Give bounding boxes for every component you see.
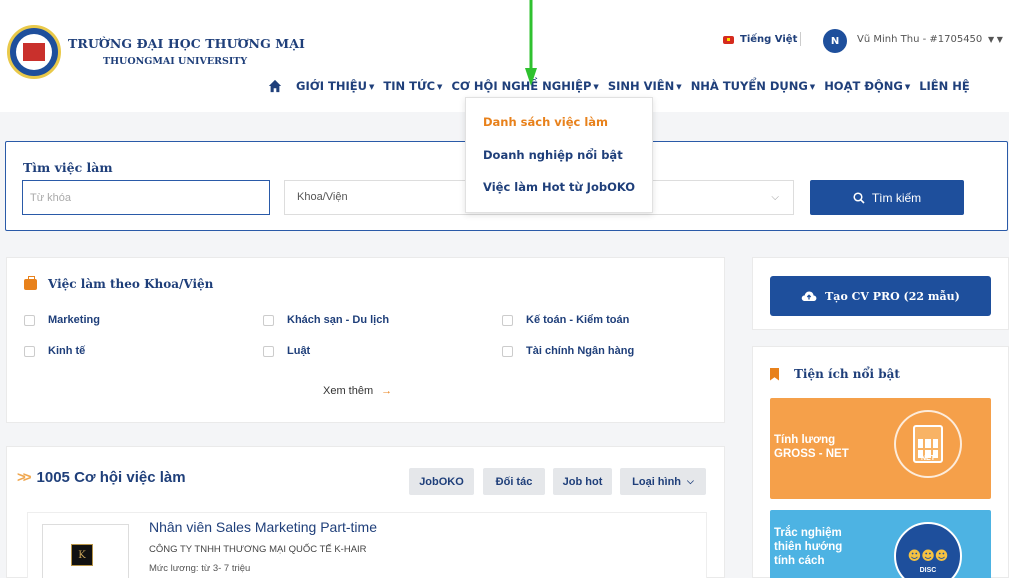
job-list-item[interactable]: K Nhân viên Sales Marketing Part-time CÔ… [27,512,707,578]
salary-tile-label: Tính lương GROSS - NET [774,434,849,460]
faculty-select-value: Khoa/Viện [297,191,348,203]
search-button[interactable]: Tìm kiếm [810,180,964,215]
university-name[interactable]: TRƯỜNG ĐẠI HỌC THƯƠNG MẠI [68,36,305,51]
main-nav: GIỚI THIỆU ▼ TIN TỨC ▼ CƠ HỘI NGHỀ NGHIỆP ▼… [268,79,979,93]
checkbox[interactable] [24,345,35,357]
salary-calculator-tile[interactable]: Tính lương GROSS - NET NET [770,398,991,499]
create-cv-button[interactable]: Tạo CV PRO (22 mẫu) [770,276,991,316]
people-group-icon: ☻☻☻ DISC [894,522,962,578]
featured-utilities-card: Tiện ích nổi bật Tính lương GROSS - NET … [752,346,1009,578]
checkbox[interactable] [263,314,274,326]
filter-job-hot[interactable]: Job hot [553,468,612,495]
see-more-link[interactable]: Xem thêm → [323,385,392,397]
personality-tile-caption: DISC [919,567,937,574]
faculty-item-marketing[interactable]: Marketing [24,314,100,326]
faculty-card-title: Việc làm theo Khoa/Viện [24,275,214,291]
university-subtitle: THUONGMAI UNIVERSITY [103,56,248,67]
jobs-by-faculty-card: Việc làm theo Khoa/Viện Marketing Khách … [6,257,725,423]
utilities-title: Tiện ích nổi bật [770,367,900,381]
dropdown-item-featured-companies[interactable]: Doanh nghiệp nổi bật [483,148,623,162]
nav-item-lien-he[interactable]: LIÊN HỆ [919,79,970,93]
filter-loai-hinh[interactable]: Loại hình ⌵ [620,468,706,495]
header-divider [800,32,801,46]
arrow-right-icon: → [381,385,393,397]
chevron-down-icon: ⌵ [771,192,779,203]
create-cv-label: Tạo CV PRO (22 mẫu) [825,289,960,303]
faculty-item-kinh-te[interactable]: Kinh tế [24,345,85,357]
annotation-arrow-icon [525,0,537,86]
chevron-down-icon: ▼ [593,82,599,91]
job-salary: Mức lương: từ 3- 7 triệu [149,563,251,574]
vietnam-flag-icon [723,35,734,44]
search-title: Tìm việc làm [23,160,113,175]
company-logo-mark: K [71,544,93,566]
faculty-card-title-text: Việc làm theo Khoa/Viện [48,277,214,291]
job-opportunities-card: >> 1005 Cơ hội việc làm JobOKO Đối tác Jo… [6,446,725,578]
search-button-label: Tìm kiếm [871,190,922,205]
chevron-down-icon: ▼ [809,82,816,91]
chevron-down-icon: ▼ ▼ [985,35,1003,44]
chevron-down-icon: ▼ [676,82,682,91]
faculty-item-tai-chinh-ngan-hang[interactable]: Tài chính Ngân hàng [502,345,634,357]
site-header: TRƯỜNG ĐẠI HỌC THƯƠNG MẠI THUONGMAI UNIV… [0,0,1009,112]
search-icon [853,191,865,204]
language-label: Tiếng Việt [740,34,798,45]
logo-emblem [16,34,52,70]
filter-joboko[interactable]: JobOKO [409,468,474,495]
keyword-input[interactable] [22,180,270,215]
nav-item-gioi-thieu[interactable]: GIỚI THIỆU ▼ [296,79,374,93]
company-logo[interactable]: K [42,524,129,578]
career-dropdown-menu: Danh sách việc làm Doanh nghiệp nổi bật … [465,97,653,213]
username-label: Vũ Minh Thu - #1705450 [857,34,983,45]
nav-item-sinh-vien[interactable]: SINH VIÊN ▼ [608,79,682,93]
nav-item-tin-tuc[interactable]: TIN TỨC ▼ [383,79,442,93]
checkbox[interactable] [24,314,35,326]
checkbox[interactable] [263,345,274,357]
personality-tile-label: Trắc nghiệm thiên hướng tính cách [774,527,843,567]
chevron-down-icon: ▼ [369,82,375,91]
calculator-icon: NET [894,410,962,478]
salary-tile-caption: NET [921,455,935,462]
user-menu[interactable]: Vũ Minh Thu - #1705450 ▼ ▼ [857,34,1003,45]
nav-item-hoat-dong[interactable]: HOẠT ĐỘNG ▼ [824,79,910,93]
checkbox[interactable] [502,345,513,357]
dropdown-item-job-list[interactable]: Danh sách việc làm [483,115,608,129]
bookmark-icon [770,367,779,381]
cloud-upload-icon [801,291,817,301]
university-logo[interactable] [7,25,61,79]
briefcase-icon [24,275,37,290]
chevron-down-icon: ▼ [437,82,443,91]
chevron-down-icon: ⌵ [687,476,694,486]
jobs-count-title: >> 1005 Cơ hội việc làm [17,469,186,486]
job-title[interactable]: Nhân viên Sales Marketing Part-time [149,519,377,535]
job-company: CÔNG TY TNHH THƯƠNG MẠI QUỐC TẾ K-HAIR [149,544,367,555]
language-switcher[interactable]: Tiếng Việt [723,34,797,45]
avatar[interactable]: N [823,29,847,53]
faculty-item-ke-toan-kiem-toan[interactable]: Kế toán - Kiểm toán [502,314,629,326]
home-icon[interactable] [268,79,282,93]
double-chevron-icon: >> [17,469,31,486]
faculty-item-khach-san-du-lich[interactable]: Khách sạn - Du lịch [263,314,389,326]
personality-test-tile[interactable]: Trắc nghiệm thiên hướng tính cách ☻☻☻ DI… [770,510,991,578]
checkbox[interactable] [502,314,513,326]
faculty-item-luat[interactable]: Luật [263,345,310,357]
dropdown-item-hot-jobs-joboko[interactable]: Việc làm Hot từ JobOKO [483,180,635,194]
chevron-down-icon: ▼ [904,82,911,91]
nav-item-nha-tuyen-dung[interactable]: NHÀ TUYỂN DỤNG ▼ [691,79,816,93]
filter-doi-tac[interactable]: Đối tác [483,468,545,495]
create-cv-card: Tạo CV PRO (22 mẫu) [752,257,1009,330]
